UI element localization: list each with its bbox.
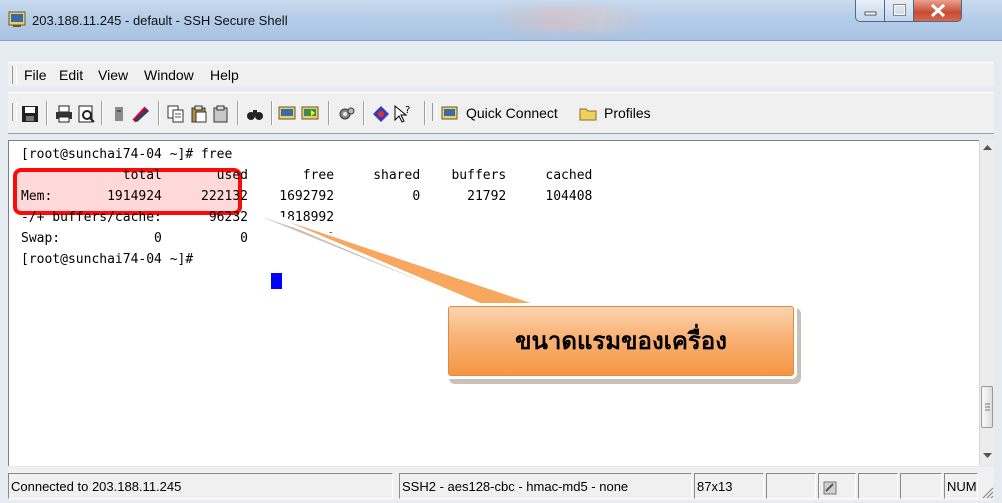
print-preview-icon[interactable]: [76, 104, 96, 124]
terminal-line: Mem: 1914924 222132 1692792 0 21792 1044…: [21, 189, 593, 204]
new-terminal-icon[interactable]: [278, 104, 298, 124]
window-title: 203.188.11.245 - default - SSH Secure Sh…: [32, 13, 288, 28]
ssh-client-window: 203.188.11.245 - default - SSH Secure Sh…: [0, 0, 1002, 503]
status-connection: Connected to 203.188.11.245: [8, 473, 393, 499]
status-terminal-size: 87x13: [694, 473, 764, 499]
status-num-lock: NUM: [944, 473, 978, 499]
callout-box: ขนาดแรมของเครื่อง: [445, 303, 797, 379]
ssh-app-icon: [8, 11, 26, 27]
toolbar-separator: [101, 101, 103, 125]
profiles-button[interactable]: Profiles: [604, 105, 651, 121]
terminal-cursor: [271, 273, 282, 289]
toolbar-separator: [271, 101, 273, 125]
terminal-line: -/+ buffers/cache: 96232 1818992: [21, 210, 335, 225]
scroll-down-arrow-icon[interactable]: [983, 452, 992, 460]
find-icon[interactable]: [245, 104, 265, 124]
menu-view[interactable]: View: [98, 67, 128, 83]
maximize-button[interactable]: [885, 0, 914, 22]
status-empty: [766, 473, 816, 499]
terminal-line: Swap: 0 0 0: [21, 231, 335, 246]
resize-grip-icon[interactable]: [980, 485, 994, 499]
copy-icon[interactable]: [166, 104, 186, 124]
paste-icon[interactable]: [189, 104, 209, 124]
key-settings-icon[interactable]: [131, 104, 151, 124]
vertical-scrollbar[interactable]: [979, 140, 995, 465]
save-icon[interactable]: [20, 104, 40, 124]
status-empty: [858, 473, 898, 499]
scrollbar-thumb[interactable]: [981, 386, 993, 428]
toolbar-separator: [237, 101, 239, 125]
terminal-line: [root@sunchai74-04 ~]# free: [21, 147, 233, 162]
menu-bar: File Edit View Window Help: [8, 62, 994, 87]
new-file-transfer-icon[interactable]: [301, 104, 321, 124]
help-icon[interactable]: [371, 104, 391, 124]
toolbar-separator: [328, 101, 330, 125]
scroll-up-arrow-icon[interactable]: [983, 144, 992, 152]
print-icon[interactable]: [54, 104, 74, 124]
toolbar-separator: [158, 101, 160, 125]
toolbar-grip[interactable]: [12, 103, 17, 121]
menu-window[interactable]: Window: [144, 67, 194, 83]
status-empty: [900, 473, 942, 499]
toolbar-separator: [424, 101, 426, 125]
paste-alt-icon[interactable]: [211, 104, 231, 124]
status-transfer-icon: [823, 481, 837, 495]
minimize-button[interactable]: [855, 0, 885, 22]
toolbar-separator: [363, 101, 365, 125]
toolbar-grip[interactable]: [432, 103, 437, 121]
close-button[interactable]: [914, 0, 962, 22]
thumb-grip-icon: [985, 403, 990, 411]
maximize-icon: [893, 4, 906, 16]
close-icon: [930, 3, 946, 18]
svg-text:?: ?: [405, 105, 410, 116]
settings-icon[interactable]: [337, 104, 357, 124]
terminal-line: total used free shared buffers cached: [21, 168, 593, 183]
quick-connect-button[interactable]: Quick Connect: [466, 105, 558, 121]
title-blur-overlay: [490, 6, 650, 32]
toolbar-separator: [46, 101, 48, 125]
minimize-icon: [864, 11, 877, 16]
terminal-line: [root@sunchai74-04 ~]#: [21, 252, 202, 267]
status-bar: Connected to 203.188.11.245 SSH2 - aes12…: [8, 467, 994, 501]
profiles-folder-icon[interactable]: [578, 104, 598, 124]
menu-help[interactable]: Help: [210, 67, 239, 83]
status-cipher: SSH2 - aes128-cbc - hmac-md5 - none: [399, 473, 692, 499]
status-lock-cell: [818, 473, 856, 499]
toolbar: ? Quick Connect Profiles: [8, 92, 994, 134]
menu-file[interactable]: File: [24, 67, 47, 83]
menubar-grip[interactable]: [12, 66, 17, 84]
disconnect-icon[interactable]: [110, 104, 130, 124]
title-bar[interactable]: 203.188.11.245 - default - SSH Secure Sh…: [0, 0, 1002, 41]
quick-connect-icon[interactable]: [440, 104, 460, 124]
menu-edit[interactable]: Edit: [59, 67, 83, 83]
context-help-icon[interactable]: ?: [392, 104, 412, 124]
callout-text: ขนาดแรมของเครื่อง: [515, 327, 727, 355]
